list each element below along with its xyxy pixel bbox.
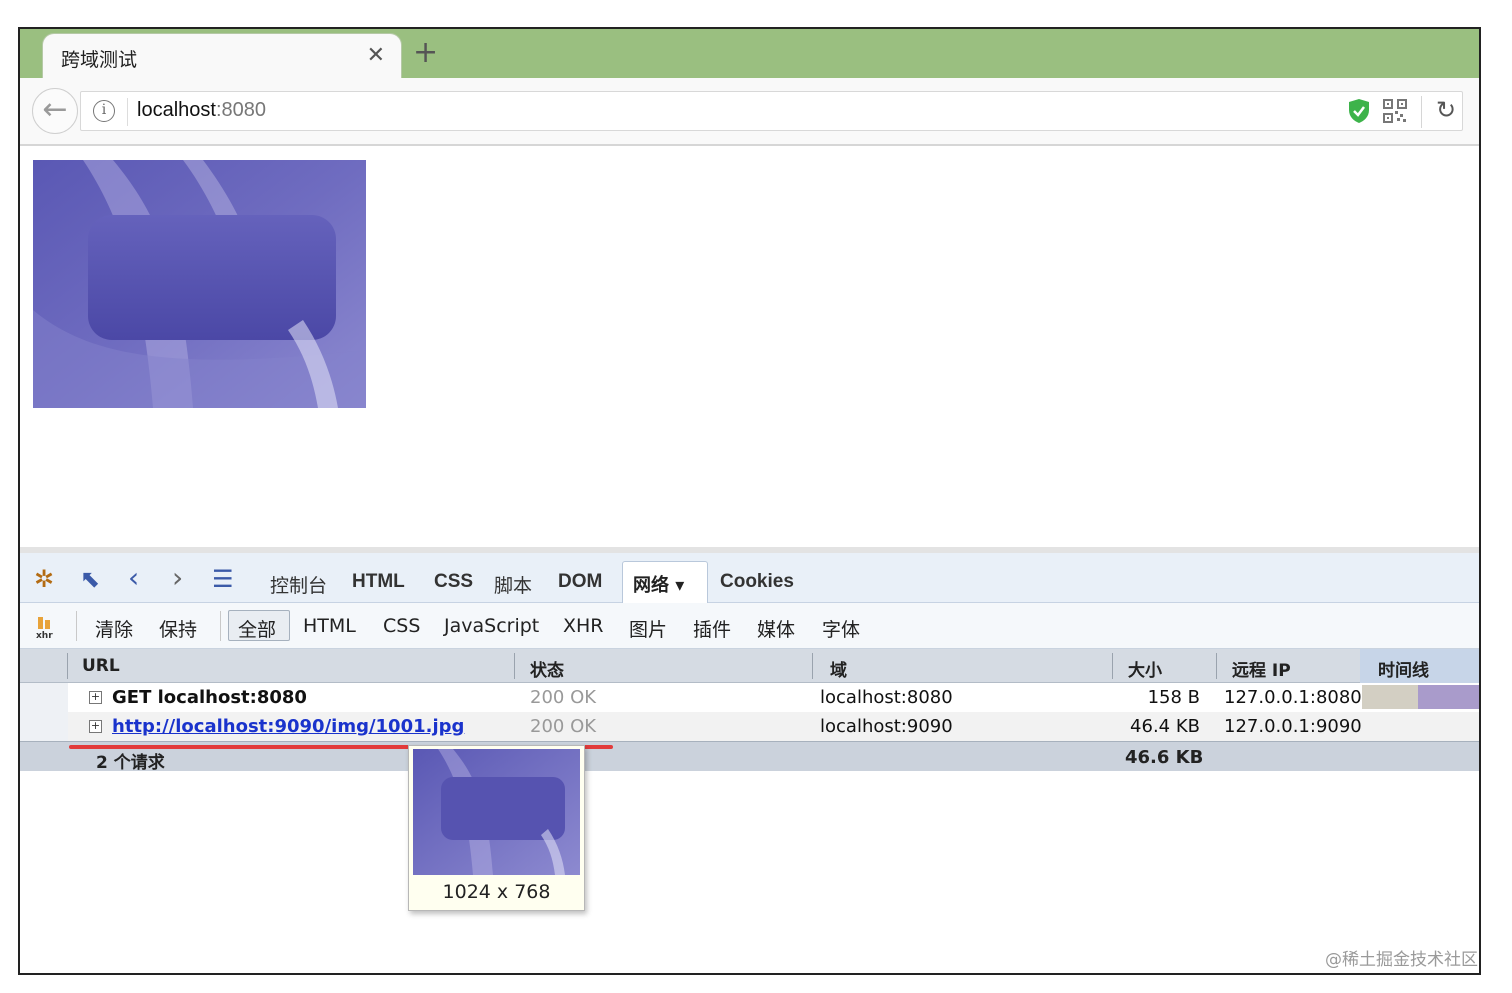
- filter-media[interactable]: 媒体: [757, 615, 795, 642]
- request-status: 200 OK: [530, 716, 597, 737]
- tab-script[interactable]: 脚本: [494, 571, 532, 598]
- svg-text:xhr: xhr: [36, 631, 53, 639]
- browser-tab[interactable]: 跨域测试 ✕: [42, 33, 402, 78]
- request-size: 158 B: [1147, 687, 1200, 708]
- url-text[interactable]: localhost:8080: [137, 99, 266, 122]
- page-image: [33, 160, 366, 408]
- navigation-bar: ← i localhost:8080 ↻: [20, 78, 1479, 146]
- column-divider[interactable]: [1112, 653, 1113, 679]
- filter-divider: [76, 611, 77, 641]
- table-row[interactable]: + http://localhost:9090/img/1001.jpg 200…: [20, 712, 1479, 741]
- request-url-link[interactable]: http://localhost:9090/img/1001.jpg: [112, 716, 464, 737]
- filter-images[interactable]: 图片: [629, 615, 667, 642]
- timeline-bar-waiting: [1362, 685, 1418, 709]
- column-url[interactable]: URL: [82, 656, 120, 676]
- column-size[interactable]: 大小: [1128, 656, 1162, 681]
- request-domain: localhost:9090: [820, 716, 953, 737]
- image-dimensions: 1024 x 768: [442, 881, 551, 903]
- reload-divider: [1421, 96, 1422, 128]
- back-button[interactable]: ←: [32, 88, 78, 134]
- tab-title: 跨域测试: [61, 49, 138, 71]
- column-divider[interactable]: [514, 653, 515, 679]
- column-timeline: 时间线: [1378, 661, 1429, 681]
- image-preview-tooltip: 1024 x 768: [408, 745, 585, 911]
- filter-all-label[interactable]: 全部: [238, 615, 276, 642]
- filter-divider: [220, 611, 221, 641]
- clear-button[interactable]: 清除: [95, 615, 133, 642]
- address-bar[interactable]: i localhost:8080 ↻: [80, 91, 1463, 131]
- request-size: 46.4 KB: [1130, 716, 1200, 737]
- qr-code-icon[interactable]: [1383, 99, 1407, 123]
- chevron-left-icon[interactable]: ‹: [128, 561, 139, 594]
- filter-xhr[interactable]: XHR: [563, 615, 604, 637]
- network-table-header: URL 状态 域 大小 远程 IP 时间线: [20, 649, 1479, 683]
- row-gutter: [20, 712, 68, 741]
- image-preview: [413, 749, 580, 875]
- request-count: 2 个请求: [96, 753, 165, 773]
- column-domain[interactable]: 域: [830, 656, 847, 681]
- tab-network-label: 网络 ▾: [633, 575, 685, 596]
- filter-html[interactable]: HTML: [303, 615, 356, 637]
- tab-css[interactable]: CSS: [434, 571, 473, 593]
- watermark: @稀土掘金技术社区: [1325, 950, 1478, 970]
- tab-dom[interactable]: DOM: [558, 571, 602, 593]
- browser-window: 跨域测试 ✕ + ← i localhost:8080 ↻ ✲ ⬉ ‹ › ☰ …: [18, 27, 1481, 975]
- devtools-toolbar: ✲ ⬉ ‹ › ☰ 控制台 HTML CSS 脚本 DOM 网络 ▾ Cooki…: [20, 553, 1479, 604]
- total-size: 46.6 KB: [1125, 747, 1204, 768]
- table-row[interactable]: + GET localhost:8080 200 OK localhost:80…: [20, 683, 1479, 712]
- request-url[interactable]: http://localhost:9090/img/1001.jpg: [112, 716, 464, 737]
- request-status: 200 OK: [530, 687, 597, 708]
- row-gutter: [20, 683, 68, 712]
- tab-bar: 跨域测试 ✕ +: [20, 29, 1479, 78]
- xhr-icon[interactable]: xhr: [36, 615, 60, 639]
- site-info-icon[interactable]: i: [93, 100, 115, 122]
- filter-plugins[interactable]: 插件: [693, 615, 731, 642]
- network-filter-bar: xhr 清除 保持 全部 HTML CSS JavaScript XHR 图片 …: [20, 603, 1479, 649]
- persist-button[interactable]: 保持: [159, 615, 197, 642]
- request-domain: localhost:8080: [820, 687, 953, 708]
- tab-network[interactable]: 网络 ▾: [622, 561, 708, 604]
- tab-cookies[interactable]: Cookies: [720, 571, 794, 593]
- request-remote-ip: 127.0.0.1:8080: [1224, 687, 1362, 708]
- column-divider[interactable]: [812, 653, 813, 679]
- filter-css[interactable]: CSS: [383, 615, 420, 637]
- url-host: localhost: [137, 99, 216, 121]
- column-divider: [67, 653, 68, 679]
- filter-javascript[interactable]: JavaScript: [444, 615, 539, 637]
- filter-fonts[interactable]: 字体: [822, 615, 860, 642]
- column-divider[interactable]: [1216, 653, 1217, 679]
- url-port: :8080: [215, 99, 266, 121]
- close-tab-icon[interactable]: ✕: [367, 43, 385, 68]
- expand-icon[interactable]: +: [89, 691, 102, 704]
- shield-icon[interactable]: [1348, 98, 1370, 124]
- tab-html[interactable]: HTML: [352, 571, 405, 593]
- new-tab-button[interactable]: +: [413, 35, 438, 71]
- reload-icon[interactable]: ↻: [1436, 96, 1456, 124]
- column-remote-ip[interactable]: 远程 IP: [1232, 656, 1291, 681]
- column-status[interactable]: 状态: [530, 656, 564, 681]
- firebug-icon[interactable]: ✲: [34, 565, 54, 593]
- expand-icon[interactable]: +: [89, 720, 102, 733]
- tab-console[interactable]: 控制台: [270, 571, 327, 598]
- column-timeline-cell[interactable]: 时间线: [1360, 649, 1479, 683]
- timeline-bar-receiving: [1418, 685, 1479, 709]
- command-line-icon[interactable]: ☰: [212, 565, 234, 593]
- chevron-right-icon[interactable]: ›: [172, 561, 183, 594]
- inspect-icon[interactable]: ⬉: [80, 565, 100, 593]
- url-divider: [127, 98, 128, 126]
- request-url[interactable]: GET localhost:8080: [112, 687, 307, 708]
- request-remote-ip: 127.0.0.1:9090: [1224, 716, 1362, 737]
